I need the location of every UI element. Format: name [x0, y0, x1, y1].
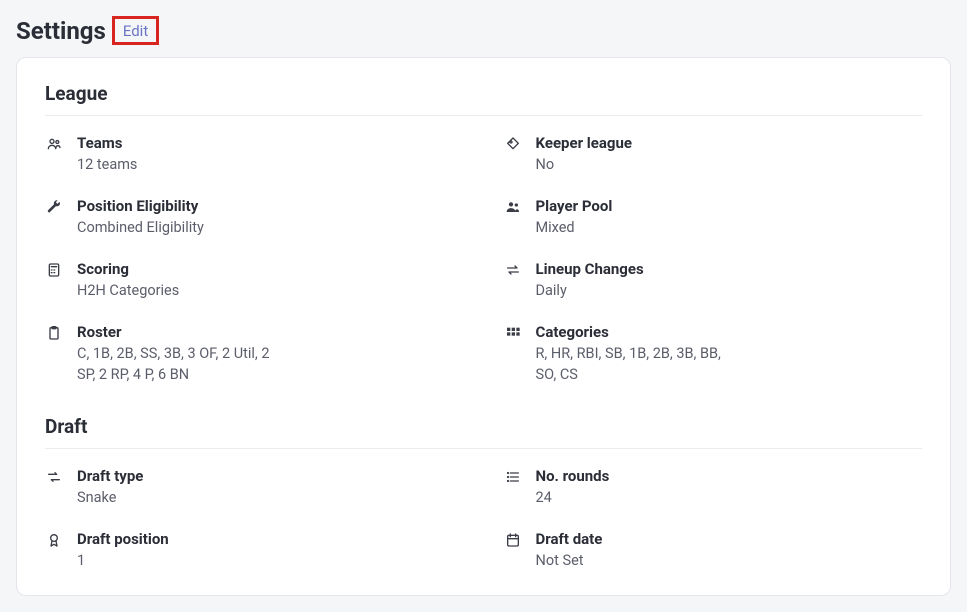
- setting-value: 24: [536, 487, 610, 508]
- setting-draft-date: Draft date Not Set: [504, 530, 923, 571]
- edit-link[interactable]: Edit: [123, 22, 148, 40]
- league-section: League Teams 12 teams Keeper league No: [45, 82, 922, 385]
- setting-categories: Categories R, HR, RBI, SB, 1B, 2B, 3B, B…: [504, 323, 923, 385]
- list-icon: [504, 469, 522, 485]
- setting-label: Keeper league: [536, 134, 632, 152]
- setting-teams: Teams 12 teams: [45, 134, 464, 175]
- setting-label: Categories: [536, 323, 736, 341]
- setting-no-rounds: No. rounds 24: [504, 467, 923, 508]
- setting-value: Not Set: [536, 550, 603, 571]
- draft-section-title: Draft: [45, 415, 922, 449]
- calculator-icon: [45, 262, 63, 278]
- page-title: Settings: [16, 17, 106, 45]
- setting-value: R, HR, RBI, SB, 1B, 2B, 3B, BB, SO, CS: [536, 343, 736, 385]
- setting-label: Draft position: [77, 530, 169, 548]
- league-section-title: League: [45, 82, 922, 116]
- setting-value: Snake: [77, 487, 143, 508]
- setting-value: Daily: [536, 280, 644, 301]
- setting-draft-type: Draft type Snake: [45, 467, 464, 508]
- setting-value: C, 1B, 2B, SS, 3B, 3 OF, 2 Util, 2 SP, 2…: [77, 343, 277, 385]
- setting-label: Position Eligibility: [77, 197, 204, 215]
- draft-section: Draft Draft type Snake No. rounds 24: [45, 415, 922, 571]
- setting-roster: Roster C, 1B, 2B, SS, 3B, 3 OF, 2 Util, …: [45, 323, 464, 385]
- setting-value: No: [536, 154, 632, 175]
- users-icon: [45, 136, 63, 152]
- users-solid-icon: [504, 199, 522, 215]
- setting-label: No. rounds: [536, 467, 610, 485]
- setting-label: Roster: [77, 323, 277, 341]
- edit-highlight-box: Edit: [112, 16, 159, 45]
- setting-draft-position: Draft position 1: [45, 530, 464, 571]
- setting-label: Scoring: [77, 260, 179, 278]
- setting-value: 12 teams: [77, 154, 137, 175]
- setting-label: Lineup Changes: [536, 260, 644, 278]
- setting-label: Player Pool: [536, 197, 613, 215]
- setting-value: Combined Eligibility: [77, 217, 204, 238]
- setting-label: Draft type: [77, 467, 143, 485]
- wrench-icon: [45, 199, 63, 215]
- setting-position-eligibility: Position Eligibility Combined Eligibilit…: [45, 197, 464, 238]
- setting-player-pool: Player Pool Mixed: [504, 197, 923, 238]
- setting-value: H2H Categories: [77, 280, 179, 301]
- award-icon: [45, 532, 63, 548]
- setting-label: Draft date: [536, 530, 603, 548]
- swap-icon: [504, 262, 522, 278]
- shuffle-icon: [45, 469, 63, 485]
- grid-icon: [504, 325, 522, 341]
- setting-keeper: Keeper league No: [504, 134, 923, 175]
- setting-scoring: Scoring H2H Categories: [45, 260, 464, 301]
- clipboard-icon: [45, 325, 63, 341]
- tag-icon: [504, 136, 522, 152]
- setting-value: Mixed: [536, 217, 613, 238]
- setting-label: Teams: [77, 134, 137, 152]
- calendar-icon: [504, 532, 522, 548]
- settings-card: League Teams 12 teams Keeper league No: [16, 57, 951, 596]
- setting-lineup-changes: Lineup Changes Daily: [504, 260, 923, 301]
- setting-value: 1: [77, 550, 169, 571]
